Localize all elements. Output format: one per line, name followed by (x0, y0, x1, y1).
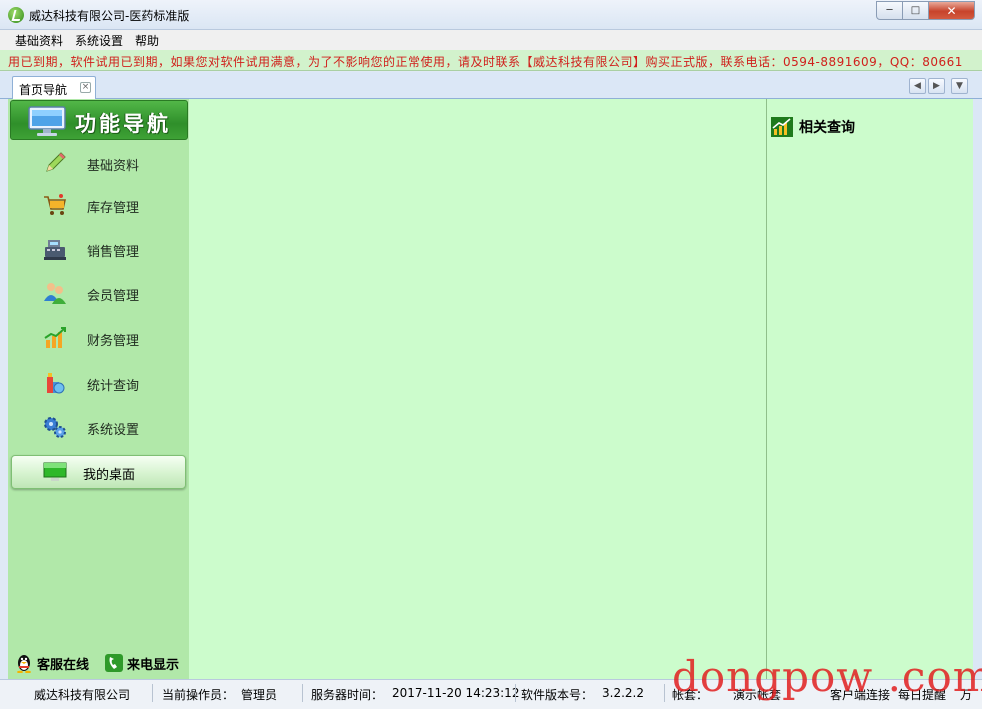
monitor-icon (28, 106, 66, 136)
window-title: 威达科技有限公司-医药标准版 (29, 9, 190, 23)
bottom-links: 客服在线 来电显示 (12, 651, 190, 675)
nav-item-label: 会员管理 (87, 289, 140, 304)
qq-penguin-icon (17, 655, 31, 673)
stats-icon (47, 373, 65, 394)
menu-system-settings[interactable]: 系统设置 (69, 32, 129, 49)
nav-header: 功能导航 (10, 100, 188, 140)
my-desktop-button[interactable]: 我的桌面 (11, 455, 186, 489)
related-query-header[interactable]: 相关查询 (771, 117, 855, 137)
cash-register-icon (44, 240, 66, 260)
title-bar: 威达科技有限公司-医药标准版 ─ □ ✕ (0, 0, 982, 30)
status-server-time-label: 服务器时间： (311, 688, 384, 702)
service-online-label: 客服在线 (37, 657, 90, 673)
status-separator (664, 684, 665, 702)
finance-chart-icon (44, 327, 66, 348)
nav-item-members[interactable]: 会员管理 (8, 273, 189, 313)
nav-item-finance[interactable]: 财务管理 (8, 318, 189, 358)
menu-basic-data[interactable]: 基础资料 (9, 32, 69, 49)
nav-item-label: 统计查询 (87, 379, 140, 394)
menu-bar: 基础资料 系统设置 帮助 (0, 30, 982, 50)
nav-item-label: 财务管理 (87, 334, 140, 349)
service-online-link[interactable]: 客服在线 (14, 651, 89, 675)
query-chart-icon (771, 117, 793, 137)
tab-close-icon[interactable]: × (80, 82, 91, 93)
status-operator-label: 当前操作员： (162, 688, 235, 702)
nav-item-system-settings[interactable]: 系统设置 (8, 407, 189, 447)
status-version: 3.2.2.2 (602, 686, 644, 700)
nav-item-sales[interactable]: 销售管理 (8, 229, 189, 269)
status-separator (302, 684, 303, 702)
nav-item-basic-data[interactable]: 基础资料 (8, 143, 189, 183)
nav-item-label: 基础资料 (87, 159, 140, 174)
related-query-panel: 相关查询 (767, 99, 973, 679)
pencil-icon (46, 152, 66, 172)
minimize-button[interactable]: ─ (876, 1, 903, 20)
tab-list-dropdown-icon[interactable]: ▼ (951, 78, 968, 94)
tab-home-navigation[interactable]: 首页导航 × (12, 76, 96, 99)
trial-notice-marquee: 用已到期，软件试用已到期，如果您对软件试用满意，为了不影响您的正常使用，请及时联… (0, 50, 982, 71)
status-operator: 管理员 (241, 688, 278, 702)
maximize-button[interactable]: □ (903, 1, 929, 20)
phone-icon (105, 654, 123, 672)
status-company: 威达科技有限公司 (34, 688, 131, 702)
menu-help[interactable]: 帮助 (129, 32, 165, 49)
related-query-title: 相关查询 (799, 120, 855, 136)
tab-next-icon[interactable]: ▶ (928, 78, 945, 94)
nav-item-label: 库存管理 (87, 201, 140, 216)
status-separator (152, 684, 153, 702)
function-navigation-panel: 功能导航 基础资料 库存管理 销售管理 会员管理 财务管理 统计查询 系统设置 … (8, 99, 189, 679)
status-server-time: 2017-11-20 14:23:12 (392, 686, 520, 700)
app-logo-icon (8, 7, 24, 23)
tab-strip: 首页导航 × ◀ ▶ ▼ (0, 72, 982, 99)
nav-item-statistics[interactable]: 统计查询 (8, 363, 189, 403)
members-icon (44, 283, 66, 304)
main-content-area (189, 99, 766, 679)
gears-icon (44, 417, 66, 438)
nav-item-inventory[interactable]: 库存管理 (8, 185, 189, 225)
cart-icon (44, 194, 66, 215)
caller-display-link[interactable]: 来电显示 (104, 651, 179, 675)
close-button[interactable]: ✕ (929, 1, 975, 20)
nav-item-label: 销售管理 (87, 245, 140, 260)
my-desktop-label: 我的桌面 (83, 468, 136, 483)
window-controls: ─ □ ✕ (876, 1, 975, 21)
tab-prev-icon[interactable]: ◀ (909, 78, 926, 94)
nav-header-title: 功能导航 (75, 112, 171, 136)
tab-label: 首页导航 (19, 83, 68, 97)
trial-notice-text: 用已到期，软件试用已到期，如果您对软件试用满意，为了不影响您的正常使用，请及时联… (8, 55, 963, 69)
window-frame-right (973, 99, 982, 679)
tab-scroll-controls: ◀ ▶ ▼ (909, 78, 968, 94)
status-version-label: 软件版本号： (521, 688, 594, 702)
status-separator (515, 684, 516, 702)
caller-display-label: 来电显示 (127, 657, 180, 673)
desktop-screen-icon (43, 462, 67, 481)
nav-item-label: 系统设置 (87, 423, 140, 438)
watermark-text: dongpow .com (672, 652, 982, 701)
